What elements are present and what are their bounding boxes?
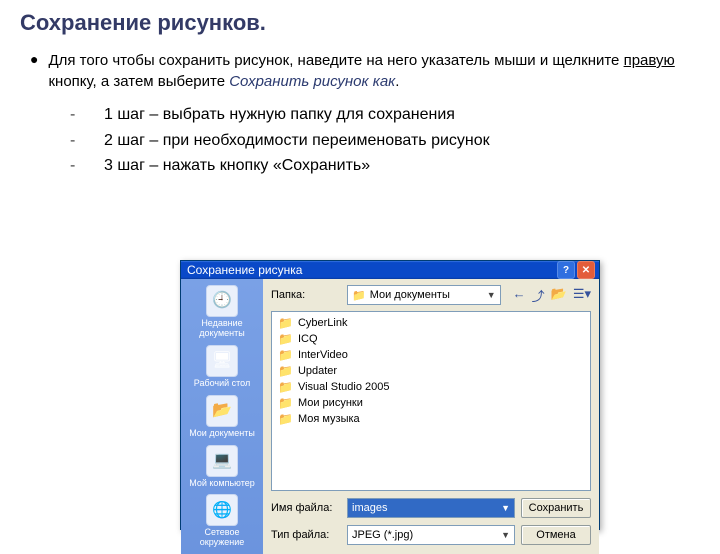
close-button[interactable]: ✕ [577, 261, 595, 279]
step-item: -1 шаг – выбрать нужную папку для сохран… [70, 102, 700, 128]
chevron-down-icon: ▼ [487, 290, 496, 300]
computer-icon: 💻 [206, 445, 238, 477]
recent-icon: 🕘 [206, 285, 238, 317]
steps-list: -1 шаг – выбрать нужную папку для сохран… [70, 102, 700, 179]
chevron-down-icon: ▼ [501, 503, 510, 513]
cancel-button[interactable]: Отмена [521, 525, 591, 545]
file-name: Мои рисунки [298, 397, 363, 409]
place-label: Рабочий стол [194, 379, 251, 389]
save-dialog: Сохранение рисунка ? ✕ 🕘 Недавние докуме… [180, 260, 600, 530]
filename-input[interactable]: images ▼ [347, 498, 515, 518]
step-item: -2 шаг – при необходимости переименовать… [70, 128, 700, 154]
help-button[interactable]: ? [557, 261, 575, 279]
folder-icon: 📁 [278, 396, 293, 410]
folder-icon: 📁 [278, 364, 293, 378]
save-button[interactable]: Сохранить [521, 498, 591, 518]
filetype-label: Тип файла: [271, 529, 341, 541]
para-text-3: . [395, 73, 399, 90]
file-name: Updater [298, 365, 337, 377]
place-mydocs[interactable]: 📂 Мои документы [187, 395, 257, 439]
folder-icon: 📁 [278, 380, 293, 394]
list-item[interactable]: 📁 ICQ [278, 331, 584, 347]
folder-selected: Мои документы [370, 289, 450, 301]
bullet-icon: ● [30, 50, 38, 92]
folder-combo[interactable]: 📁 Мои документы ▼ [347, 285, 501, 305]
para-underlined: правую [624, 52, 675, 69]
chevron-down-icon: ▼ [501, 530, 510, 540]
para-italic: Сохранить рисунок как [229, 73, 395, 90]
step-item: -3 шаг – нажать кнопку «Сохранить» [70, 153, 700, 179]
file-name: InterVideo [298, 349, 348, 361]
list-item[interactable]: 📁 CyberLink [278, 315, 584, 331]
step-text: 3 шаг – нажать кнопку «Сохранить» [104, 153, 370, 179]
folder-icon: 📁 [352, 289, 366, 302]
place-label: Сетевое окружение [187, 528, 257, 548]
place-label: Недавние документы [187, 319, 257, 339]
list-item[interactable]: 📁 Visual Studio 2005 [278, 379, 584, 395]
place-recent[interactable]: 🕘 Недавние документы [187, 285, 257, 339]
file-name: CyberLink [298, 317, 348, 329]
place-computer[interactable]: 💻 Мой компьютер [187, 445, 257, 489]
instruction-paragraph: ● Для того чтобы сохранить рисунок, наве… [30, 50, 700, 92]
para-text-2: кнопку, а затем выберите [48, 73, 229, 90]
folder-label: Папка: [271, 289, 341, 301]
folder-icon: 📁 [278, 348, 293, 362]
desktop-icon: 🖥 [206, 345, 238, 377]
para-text-1: Для того чтобы сохранить рисунок, наведи… [48, 52, 623, 69]
file-name: Visual Studio 2005 [298, 381, 390, 393]
place-network[interactable]: 🌐 Сетевое окружение [187, 494, 257, 548]
newfolder-icon[interactable]: 📂 [551, 286, 567, 305]
place-desktop[interactable]: 🖥 Рабочий стол [187, 345, 257, 389]
folder-icon: 📁 [278, 316, 293, 330]
filename-label: Имя файла: [271, 502, 341, 514]
file-name: ICQ [298, 333, 318, 345]
place-label: Мои документы [189, 429, 255, 439]
up-icon[interactable]: ⤴ [532, 286, 545, 305]
file-name: Моя музыка [298, 413, 360, 425]
dialog-title: Сохранение рисунка [187, 263, 302, 277]
titlebar[interactable]: Сохранение рисунка ? ✕ [181, 261, 599, 279]
back-icon[interactable]: ← [513, 286, 526, 305]
filetype-value: JPEG (*.jpg) [352, 529, 413, 541]
list-item[interactable]: 📁 Мои рисунки [278, 395, 584, 411]
step-text: 1 шаг – выбрать нужную папку для сохране… [104, 102, 455, 128]
network-icon: 🌐 [206, 494, 238, 526]
place-label: Мой компьютер [189, 479, 255, 489]
list-item[interactable]: 📁 Updater [278, 363, 584, 379]
step-text: 2 шаг – при необходимости переименовать … [104, 128, 490, 154]
views-icon[interactable]: ☰▾ [573, 286, 591, 305]
folder-icon: 📁 [278, 332, 293, 346]
slide-title: Сохранение рисунков. [20, 10, 700, 36]
filetype-combo[interactable]: JPEG (*.jpg) ▼ [347, 525, 515, 545]
folder-icon: 📁 [278, 412, 293, 426]
mydocs-icon: 📂 [206, 395, 238, 427]
list-item[interactable]: 📁 Моя музыка [278, 411, 584, 427]
list-item[interactable]: 📁 InterVideo [278, 347, 584, 363]
filename-value: images [352, 502, 387, 514]
places-bar: 🕘 Недавние документы 🖥 Рабочий стол 📂 Мо… [181, 279, 263, 554]
file-list[interactable]: 📁 CyberLink 📁 ICQ 📁 InterVideo 📁 Updater 📁 Vi… [271, 311, 591, 491]
